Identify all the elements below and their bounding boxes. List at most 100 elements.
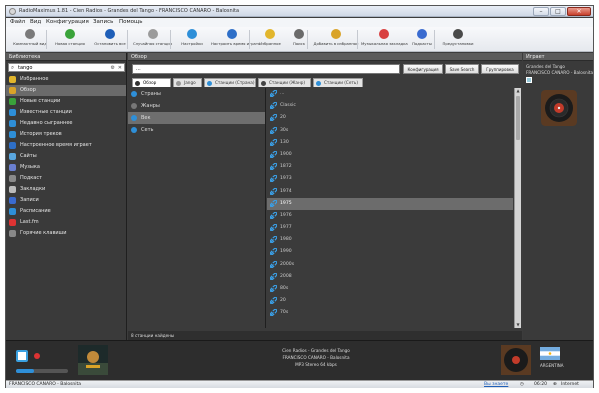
status-track: FRANCISCO CANARO - Balosnita [9, 382, 82, 387]
save-search-button[interactable]: Save Search [445, 64, 479, 74]
year-item[interactable]: 20 [267, 112, 513, 124]
toolbar-label: Музыкальная закладка [361, 41, 408, 46]
browse-header: Обзор [128, 53, 522, 61]
toolbar-button-timer[interactable]: Настроить время играть [211, 28, 260, 51]
year-item[interactable]: 30s [267, 125, 513, 137]
year-item[interactable]: 1872 [267, 161, 513, 173]
compact-view-icon [25, 29, 35, 39]
menu-config[interactable]: Конфигурация [46, 19, 89, 25]
volume-slider[interactable] [16, 369, 68, 373]
toolbar-button-compact-view[interactable]: Компактный вид [10, 28, 50, 51]
tab-genre[interactable]: Станции (Жанр) [258, 78, 311, 87]
podcast-icon [417, 29, 427, 39]
menu-view[interactable]: Вид [30, 19, 41, 25]
library-item-recordings[interactable]: Записи [6, 195, 126, 206]
year-item[interactable]: 1973 [267, 173, 513, 185]
library-item-star[interactable]: Избранное [6, 74, 126, 85]
year-item[interactable]: 1900 [267, 149, 513, 161]
year-item[interactable]: 2000s [267, 259, 513, 271]
config-button[interactable]: Конфигурация [403, 64, 443, 74]
record-button[interactable] [34, 353, 40, 359]
library-item-track-history[interactable]: История треков [6, 129, 126, 140]
minimize-button[interactable]: – [533, 7, 549, 16]
library-item-browse[interactable]: Обзор [6, 85, 126, 96]
genre-icon [261, 81, 266, 86]
library-item-recent[interactable]: Недавно сыграннее [6, 118, 126, 129]
library-item-podcast[interactable]: Подкаст [6, 173, 126, 184]
category-item[interactable]: Век [128, 112, 265, 124]
menu-file[interactable]: Файл [10, 19, 25, 25]
year-item[interactable]: ... [267, 88, 513, 100]
maximize-button[interactable]: □ [550, 7, 566, 16]
library-item-new-stations[interactable]: Новые станции [6, 96, 126, 107]
year-item[interactable]: 2008 [267, 271, 513, 283]
station-link-icon [270, 114, 277, 122]
station-link-icon [270, 126, 277, 134]
stop-all-icon [105, 29, 115, 39]
year-item[interactable]: 1975 [267, 197, 513, 210]
clear-search-icon[interactable]: ✕ [118, 65, 122, 71]
year-label: 1973 [280, 176, 292, 182]
station-logo-icon [526, 77, 532, 83]
library-item-label: История треков [20, 131, 62, 137]
status-link[interactable]: Вы знаете [484, 382, 508, 387]
year-label: 1976 [280, 212, 292, 218]
library-item-lastfm[interactable]: Last.fm [6, 217, 126, 228]
library-item-known-stations[interactable]: Известные станции [6, 107, 126, 118]
toolbar-button-music-bookmark[interactable]: Музыкальная закладка [361, 28, 408, 51]
grouping-button[interactable]: Группировка [481, 64, 519, 74]
tab-jango[interactable]: Jango [173, 78, 202, 87]
year-item[interactable]: 130 [267, 137, 513, 149]
year-item[interactable]: 1976 [267, 210, 513, 222]
year-item[interactable]: 80s [267, 283, 513, 295]
music-icon [9, 164, 16, 171]
hotkeys-icon [9, 230, 16, 237]
year-item[interactable]: 70s [267, 307, 513, 319]
library-item-label: Закладки [20, 186, 46, 192]
toolbar-label: Добавить в избранное [313, 41, 359, 46]
toolbar-button-settings[interactable]: Настройки [174, 28, 210, 51]
year-item[interactable]: 1980 [267, 234, 513, 246]
scroll-thumb[interactable] [516, 96, 520, 140]
year-list-scrollbar[interactable]: ▲ ▼ [514, 88, 521, 328]
scroll-up-icon[interactable]: ▲ [515, 88, 521, 94]
stop-button[interactable] [16, 350, 28, 362]
toolbar-button-stop-all[interactable]: Остановить все [90, 28, 130, 51]
library-item-bookmarks[interactable]: Закладки [6, 184, 126, 195]
address-field[interactable] [132, 64, 400, 74]
year-item[interactable]: Classic [267, 100, 513, 112]
year-item[interactable]: 1977 [267, 222, 513, 234]
library-item-hotkeys[interactable]: Горячие клавиши [6, 228, 126, 239]
category-item[interactable]: Сеть [128, 124, 265, 136]
category-item[interactable]: Жанры [128, 100, 265, 112]
toolbar-button-add-favorite[interactable]: Добавить в избранное [311, 28, 361, 51]
year-item[interactable]: 1974 [267, 186, 513, 198]
toolbar-button-add-station[interactable]: Новая станция [50, 28, 90, 51]
station-link-icon [270, 285, 277, 292]
library-item-music[interactable]: Музыка [6, 162, 126, 173]
search-options-icon[interactable]: ⚙ [111, 65, 115, 71]
status-bar: FRANCISCO CANARO - Balosnita Вы знаете ◷… [6, 380, 593, 388]
year-item[interactable]: 1990 [267, 246, 513, 258]
player-album-art [501, 345, 531, 375]
tab-browse-tab[interactable]: Обзор [132, 78, 171, 87]
tab-network[interactable]: Станции (Сеть) [313, 78, 363, 87]
close-button[interactable]: ✕ [567, 7, 591, 16]
toolbar-separator [249, 30, 250, 49]
library-item-schedule[interactable]: Расписание [6, 206, 126, 217]
toolbar-button-random-station[interactable]: Случайная станция [131, 28, 174, 51]
scroll-down-icon[interactable]: ▼ [515, 322, 521, 328]
library-search-input[interactable] [18, 64, 106, 71]
menu-record[interactable]: Запись [93, 19, 113, 25]
toolbar: Компактный вид Новая станция Остановить вс… [6, 27, 593, 52]
year-item[interactable]: 20 [267, 295, 513, 307]
category-item[interactable]: Страны [128, 88, 265, 100]
library-item-sites[interactable]: Сайты [6, 151, 126, 162]
recordings-icon [9, 197, 16, 204]
toolbar-label: Остановить все [94, 41, 126, 46]
toolbar-button-favorites[interactable]: Избранное [253, 28, 287, 51]
tab-globe[interactable]: Станции (Страна) [204, 78, 256, 87]
menu-help[interactable]: Помощь [119, 19, 142, 25]
library-item-scheduled[interactable]: Настроенное время играет [6, 140, 126, 151]
toolbar-button-presets[interactable]: Предустановки [438, 28, 478, 51]
